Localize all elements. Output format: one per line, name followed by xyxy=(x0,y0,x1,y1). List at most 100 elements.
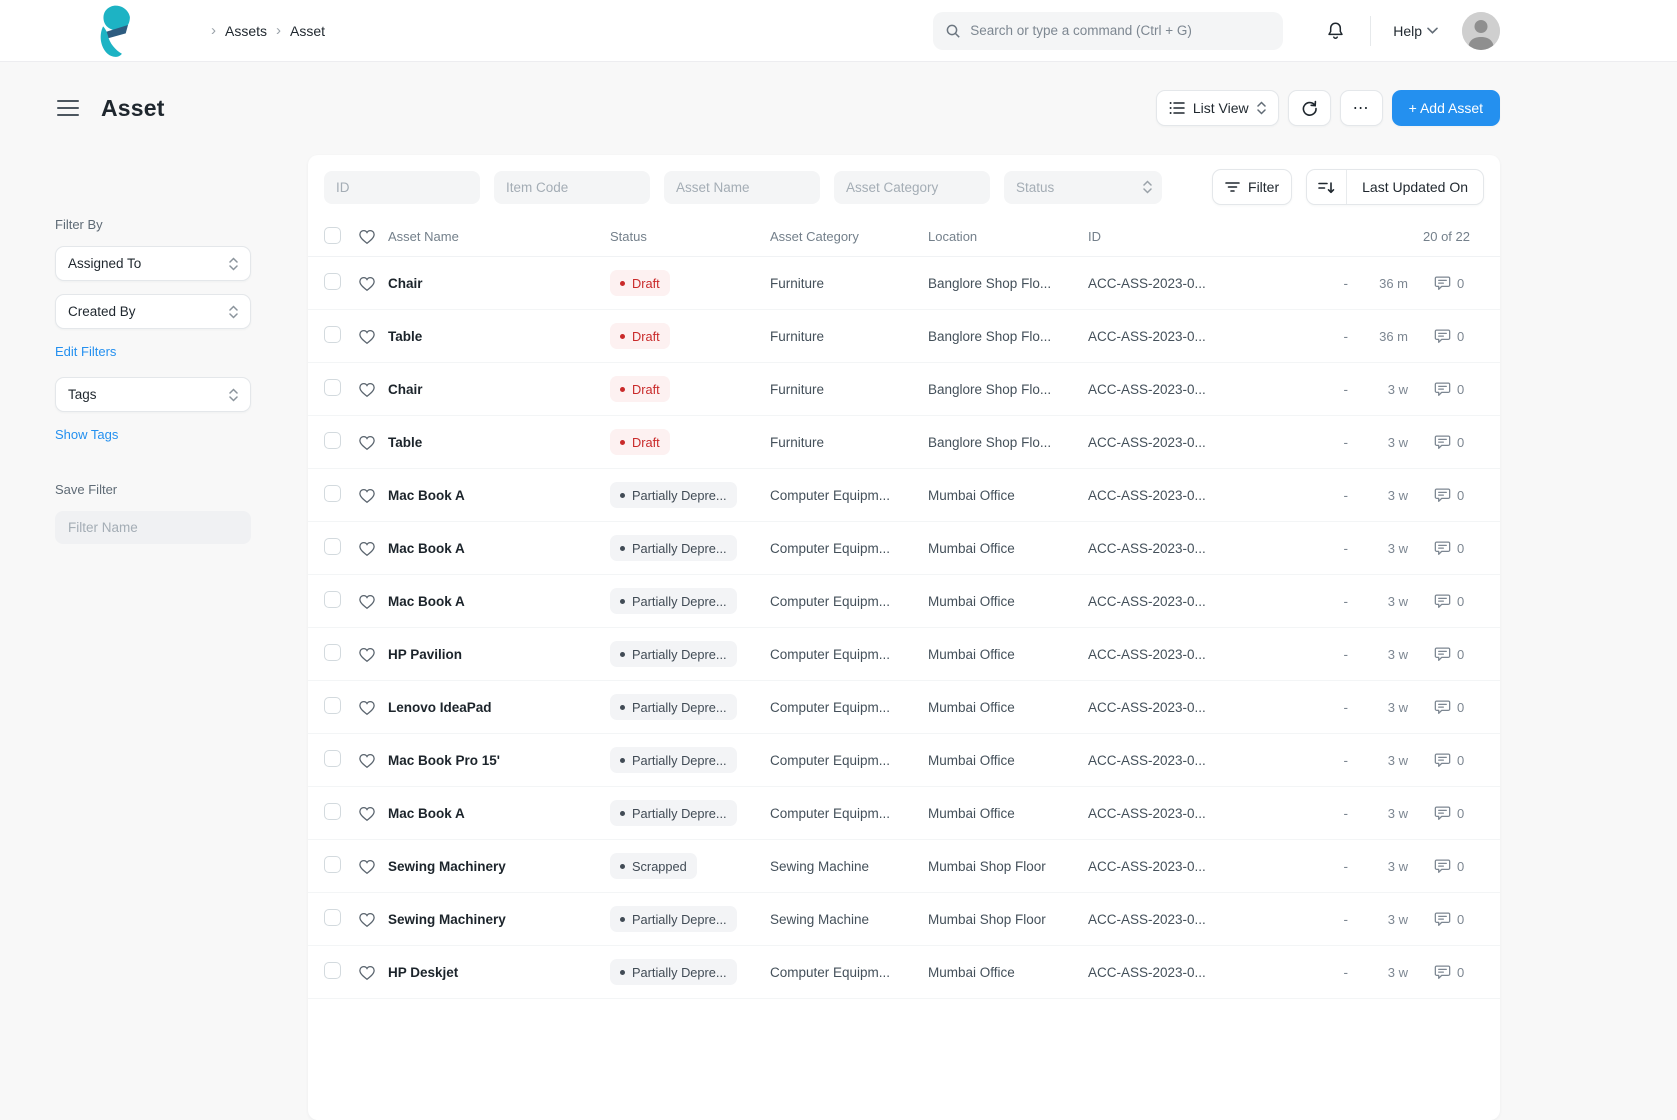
heart-icon[interactable] xyxy=(358,540,376,557)
table-row[interactable]: Table Draft Furniture Banglore Shop Flo.… xyxy=(308,416,1500,469)
table-row[interactable]: HP Pavilion Partially Depre... Computer … xyxy=(308,628,1500,681)
comment-count-button[interactable]: 0 xyxy=(1420,434,1484,450)
asset-name-link[interactable]: Lenovo IdeaPad xyxy=(388,700,610,715)
heart-icon[interactable] xyxy=(358,228,376,245)
help-menu[interactable]: Help xyxy=(1393,23,1438,39)
heart-icon[interactable] xyxy=(358,328,376,345)
header-asset-name[interactable]: Asset Name xyxy=(388,229,610,244)
view-switcher-button[interactable]: List View xyxy=(1156,90,1279,126)
comment-count-button[interactable]: 0 xyxy=(1420,805,1484,821)
header-asset-category[interactable]: Asset Category xyxy=(770,229,928,244)
add-asset-button[interactable]: + Add Asset xyxy=(1392,90,1500,126)
table-row[interactable]: Lenovo IdeaPad Partially Depre... Comput… xyxy=(308,681,1500,734)
heart-icon[interactable] xyxy=(358,752,376,769)
item-code-filter-input[interactable] xyxy=(494,171,650,204)
asset-name-link[interactable]: HP Pavilion xyxy=(388,647,610,662)
asset-name-link[interactable]: Mac Book A xyxy=(388,488,610,503)
record-count[interactable]: 20 of 22 xyxy=(1274,229,1484,244)
heart-icon[interactable] xyxy=(358,381,376,398)
row-checkbox[interactable] xyxy=(324,856,341,873)
row-checkbox[interactable] xyxy=(324,273,341,290)
row-checkbox[interactable] xyxy=(324,750,341,767)
sort-direction-button[interactable] xyxy=(1307,170,1347,204)
table-row[interactable]: Mac Book A Partially Depre... Computer E… xyxy=(308,575,1500,628)
row-checkbox[interactable] xyxy=(324,803,341,820)
row-checkbox[interactable] xyxy=(324,538,341,555)
heart-icon[interactable] xyxy=(358,275,376,292)
breadcrumb-assets[interactable]: Assets xyxy=(225,23,267,39)
row-checkbox[interactable] xyxy=(324,962,341,979)
comment-count-button[interactable]: 0 xyxy=(1420,752,1484,768)
asset-name-link[interactable]: Sewing Machinery xyxy=(388,912,610,927)
table-row[interactable]: Chair Draft Furniture Banglore Shop Flo.… xyxy=(308,257,1500,310)
row-checkbox[interactable] xyxy=(324,485,341,502)
heart-icon[interactable] xyxy=(358,911,376,928)
row-checkbox[interactable] xyxy=(324,326,341,343)
table-row[interactable]: Sewing Machinery Partially Depre... Sewi… xyxy=(308,893,1500,946)
header-id[interactable]: ID xyxy=(1088,229,1274,244)
table-row[interactable]: Chair Draft Furniture Banglore Shop Flo.… xyxy=(308,363,1500,416)
header-status[interactable]: Status xyxy=(610,229,770,244)
table-row[interactable]: Mac Book A Partially Depre... Computer E… xyxy=(308,469,1500,522)
select-all-checkbox[interactable] xyxy=(324,227,341,244)
asset-name-link[interactable]: Mac Book A xyxy=(388,594,610,609)
heart-icon[interactable] xyxy=(358,805,376,822)
comment-count-button[interactable]: 0 xyxy=(1420,964,1484,980)
sort-field-button[interactable]: Last Updated On xyxy=(1347,170,1483,204)
heart-icon[interactable] xyxy=(358,699,376,716)
more-options-button[interactable]: ⋯ xyxy=(1340,90,1383,126)
comment-count-button[interactable]: 0 xyxy=(1420,646,1484,662)
row-checkbox[interactable] xyxy=(324,379,341,396)
table-row[interactable]: Sewing Machinery Scrapped Sewing Machine… xyxy=(308,840,1500,893)
comment-count-button[interactable]: 0 xyxy=(1420,540,1484,556)
row-checkbox[interactable] xyxy=(324,432,341,449)
asset-name-link[interactable]: Mac Book A xyxy=(388,806,610,821)
heart-icon[interactable] xyxy=(358,858,376,875)
global-search-input[interactable]: Search or type a command (Ctrl + G) xyxy=(933,12,1283,50)
assigned-to-select[interactable]: Assigned To xyxy=(55,246,251,281)
comment-count-button[interactable]: 0 xyxy=(1420,381,1484,397)
asset-name-link[interactable]: Chair xyxy=(388,276,610,291)
table-row[interactable]: Mac Book Pro 15' Partially Depre... Comp… xyxy=(308,734,1500,787)
created-by-select[interactable]: Created By xyxy=(55,294,251,329)
sidebar-toggle-button[interactable] xyxy=(57,100,79,116)
comment-count-button[interactable]: 0 xyxy=(1420,858,1484,874)
asset-category-filter-input[interactable] xyxy=(834,171,990,204)
comment-count-button[interactable]: 0 xyxy=(1420,699,1484,715)
row-checkbox[interactable] xyxy=(324,644,341,661)
comment-count-button[interactable]: 0 xyxy=(1420,328,1484,344)
table-row[interactable]: Table Draft Furniture Banglore Shop Flo.… xyxy=(308,310,1500,363)
filter-name-input[interactable] xyxy=(55,511,251,544)
breadcrumb-asset[interactable]: Asset xyxy=(290,23,325,39)
notifications-button[interactable] xyxy=(1325,20,1346,42)
asset-name-link[interactable]: Table xyxy=(388,329,610,344)
table-row[interactable]: Mac Book A Partially Depre... Computer E… xyxy=(308,522,1500,575)
refresh-button[interactable] xyxy=(1288,90,1331,126)
asset-name-link[interactable]: Sewing Machinery xyxy=(388,859,610,874)
heart-icon[interactable] xyxy=(358,434,376,451)
row-checkbox[interactable] xyxy=(324,697,341,714)
asset-name-link[interactable]: Mac Book Pro 15' xyxy=(388,753,610,768)
asset-name-link[interactable]: Chair xyxy=(388,382,610,397)
user-avatar[interactable] xyxy=(1462,12,1500,50)
heart-icon[interactable] xyxy=(358,964,376,981)
header-location[interactable]: Location xyxy=(928,229,1088,244)
heart-icon[interactable] xyxy=(358,646,376,663)
comment-count-button[interactable]: 0 xyxy=(1420,487,1484,503)
app-logo-icon[interactable] xyxy=(95,4,135,58)
tags-select[interactable]: Tags xyxy=(55,377,251,412)
heart-icon[interactable] xyxy=(358,593,376,610)
row-checkbox[interactable] xyxy=(324,591,341,608)
status-filter-select[interactable]: Status xyxy=(1004,171,1162,204)
asset-name-link[interactable]: HP Deskjet xyxy=(388,965,610,980)
show-tags-link[interactable]: Show Tags xyxy=(55,427,118,442)
comment-count-button[interactable]: 0 xyxy=(1420,911,1484,927)
asset-name-link[interactable]: Table xyxy=(388,435,610,450)
row-checkbox[interactable] xyxy=(324,909,341,926)
heart-icon[interactable] xyxy=(358,487,376,504)
comment-count-button[interactable]: 0 xyxy=(1420,593,1484,609)
asset-name-filter-input[interactable] xyxy=(664,171,820,204)
filter-button[interactable]: Filter xyxy=(1212,169,1292,205)
asset-name-link[interactable]: Mac Book A xyxy=(388,541,610,556)
id-filter-input[interactable] xyxy=(324,171,480,204)
